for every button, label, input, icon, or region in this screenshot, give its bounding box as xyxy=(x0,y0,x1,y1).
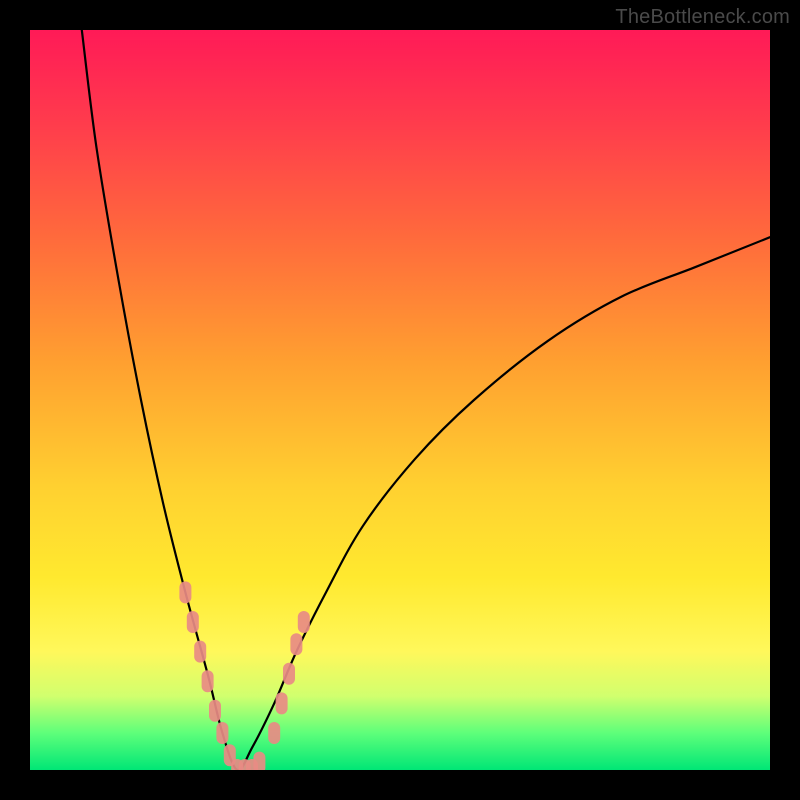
marker xyxy=(290,633,302,655)
highlighted-markers xyxy=(179,581,309,770)
marker xyxy=(187,611,199,633)
marker xyxy=(216,722,228,744)
bottleneck-curve xyxy=(82,30,770,770)
marker xyxy=(253,752,265,770)
chart-svg xyxy=(30,30,770,770)
marker xyxy=(209,700,221,722)
marker xyxy=(283,663,295,685)
marker xyxy=(194,641,206,663)
marker xyxy=(202,670,214,692)
marker xyxy=(268,722,280,744)
marker xyxy=(298,611,310,633)
chart-frame: TheBottleneck.com xyxy=(0,0,800,800)
plot-area xyxy=(30,30,770,770)
watermark-label: TheBottleneck.com xyxy=(615,6,790,29)
marker xyxy=(276,692,288,714)
marker xyxy=(179,581,191,603)
